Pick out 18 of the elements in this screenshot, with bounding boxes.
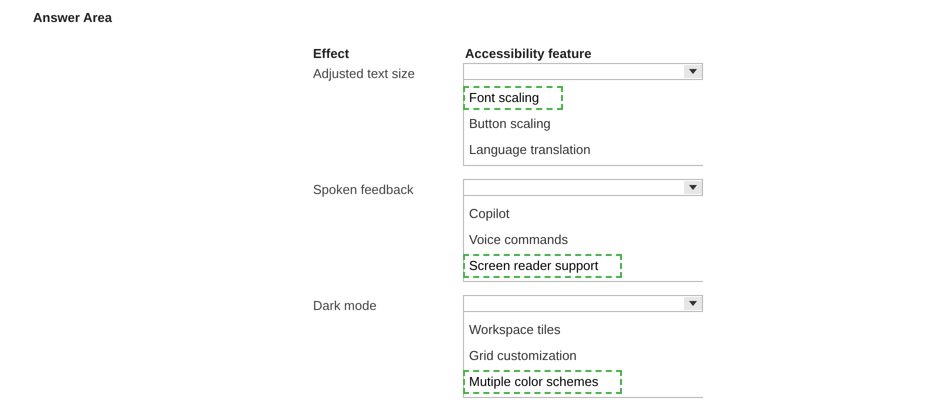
option-item[interactable]: Font scaling	[463, 86, 564, 110]
option-item[interactable]: Language translation	[464, 138, 590, 162]
dropdown[interactable]	[463, 63, 703, 80]
option-item[interactable]: Workspace tiles	[464, 318, 561, 342]
effect-label: Adjusted text size	[313, 66, 415, 81]
effect-label: Dark mode	[313, 298, 377, 313]
option-item[interactable]: Copilot	[464, 202, 510, 226]
answer-area-title: Answer Area	[33, 10, 112, 26]
option-item[interactable]: Button scaling	[464, 112, 551, 136]
column-header: Effect	[313, 46, 350, 61]
column-header: Accessibility feature	[465, 46, 592, 61]
option-item[interactable]: Grid customization	[464, 344, 577, 368]
effect-label: Spoken feedback	[313, 182, 414, 197]
dropdown[interactable]	[463, 179, 703, 196]
dropdown[interactable]	[463, 295, 703, 312]
option-item[interactable]: Screen reader support	[463, 254, 622, 278]
option-item[interactable]: Voice commands	[464, 228, 568, 252]
option-item[interactable]: Mutiple color schemes	[463, 370, 622, 394]
